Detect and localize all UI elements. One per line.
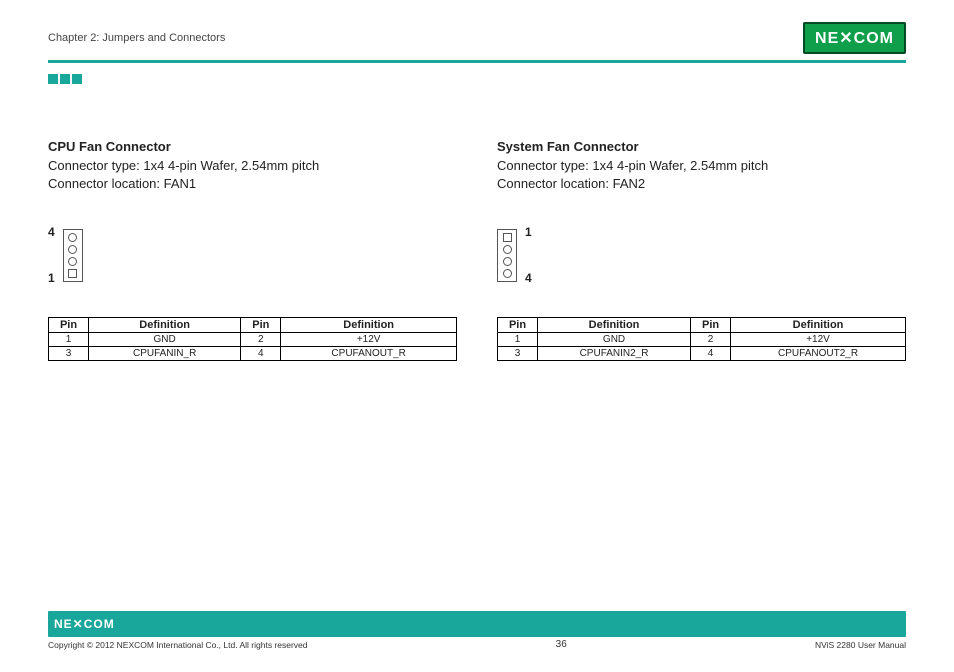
- cell: CPUFANIN_R: [89, 347, 241, 361]
- cell: 4: [691, 347, 731, 361]
- cell: CPUFANOUT_R: [281, 347, 457, 361]
- copyright-text: Copyright © 2012 NEXCOM International Co…: [48, 640, 308, 650]
- th-def: Definition: [731, 318, 906, 333]
- cell: GND: [538, 333, 691, 347]
- pin-label-1: 1: [525, 225, 532, 239]
- cell: 1: [498, 333, 538, 347]
- pin-hole-icon: [503, 245, 512, 254]
- pin-square-icon: [68, 269, 77, 278]
- pin-square-icon: [503, 233, 512, 242]
- th-def: Definition: [538, 318, 691, 333]
- cpu-fan-connector-diagram: 4 1: [48, 223, 457, 287]
- table-row: 1 GND 2 +12V: [49, 333, 457, 347]
- footer-logo: NE✕COM: [54, 617, 115, 631]
- system-fan-type: Connector type: 1x4 4-pin Wafer, 2.54mm …: [497, 157, 906, 175]
- th-pin: Pin: [49, 318, 89, 333]
- cell: 3: [49, 347, 89, 361]
- th-pin: Pin: [498, 318, 538, 333]
- cell: 1: [49, 333, 89, 347]
- system-fan-title: System Fan Connector: [497, 139, 906, 154]
- doc-reference: NViS 2280 User Manual: [815, 640, 906, 650]
- cell: 4: [241, 347, 281, 361]
- pin-label-4: 4: [525, 271, 532, 285]
- cpu-fan-section: CPU Fan Connector Connector type: 1x4 4-…: [48, 139, 457, 361]
- cell: 2: [691, 333, 731, 347]
- system-fan-section: System Fan Connector Connector type: 1x4…: [497, 139, 906, 361]
- pin-hole-icon: [68, 245, 77, 254]
- th-pin: Pin: [691, 318, 731, 333]
- cell: CPUFANIN2_R: [538, 347, 691, 361]
- th-def: Definition: [281, 318, 457, 333]
- cpu-fan-location: Connector location: FAN1: [48, 175, 457, 193]
- brand-logo: NE✕COM: [803, 22, 906, 54]
- chapter-title: Chapter 2: Jumpers and Connectors: [48, 32, 225, 44]
- cell: 3: [498, 347, 538, 361]
- decor-squares: [48, 71, 906, 89]
- pin-hole-icon: [503, 269, 512, 278]
- pin-label-4: 4: [48, 225, 55, 239]
- cell: 2: [241, 333, 281, 347]
- cell: CPUFANOUT2_R: [731, 347, 906, 361]
- pin-hole-icon: [68, 233, 77, 242]
- page-number: 36: [556, 639, 567, 650]
- cpu-fan-type: Connector type: 1x4 4-pin Wafer, 2.54mm …: [48, 157, 457, 175]
- system-fan-connector-diagram: 1 4: [497, 223, 906, 287]
- pin-label-1: 1: [48, 271, 55, 285]
- table-row: 1 GND 2 +12V: [498, 333, 906, 347]
- cpu-fan-title: CPU Fan Connector: [48, 139, 457, 154]
- th-pin: Pin: [241, 318, 281, 333]
- table-row: 3 CPUFANIN2_R 4 CPUFANOUT2_R: [498, 347, 906, 361]
- pin-hole-icon: [503, 257, 512, 266]
- system-fan-location: Connector location: FAN2: [497, 175, 906, 193]
- cpu-fan-pin-table: Pin Definition Pin Definition 1 GND 2 +1…: [48, 317, 457, 361]
- th-def: Definition: [89, 318, 241, 333]
- cell: +12V: [731, 333, 906, 347]
- cell: +12V: [281, 333, 457, 347]
- pin-hole-icon: [68, 257, 77, 266]
- footer-bar: NE✕COM: [48, 611, 906, 637]
- table-row: 3 CPUFANIN_R 4 CPUFANOUT_R: [49, 347, 457, 361]
- cell: GND: [89, 333, 241, 347]
- system-fan-pin-table: Pin Definition Pin Definition 1 GND 2 +1…: [497, 317, 906, 361]
